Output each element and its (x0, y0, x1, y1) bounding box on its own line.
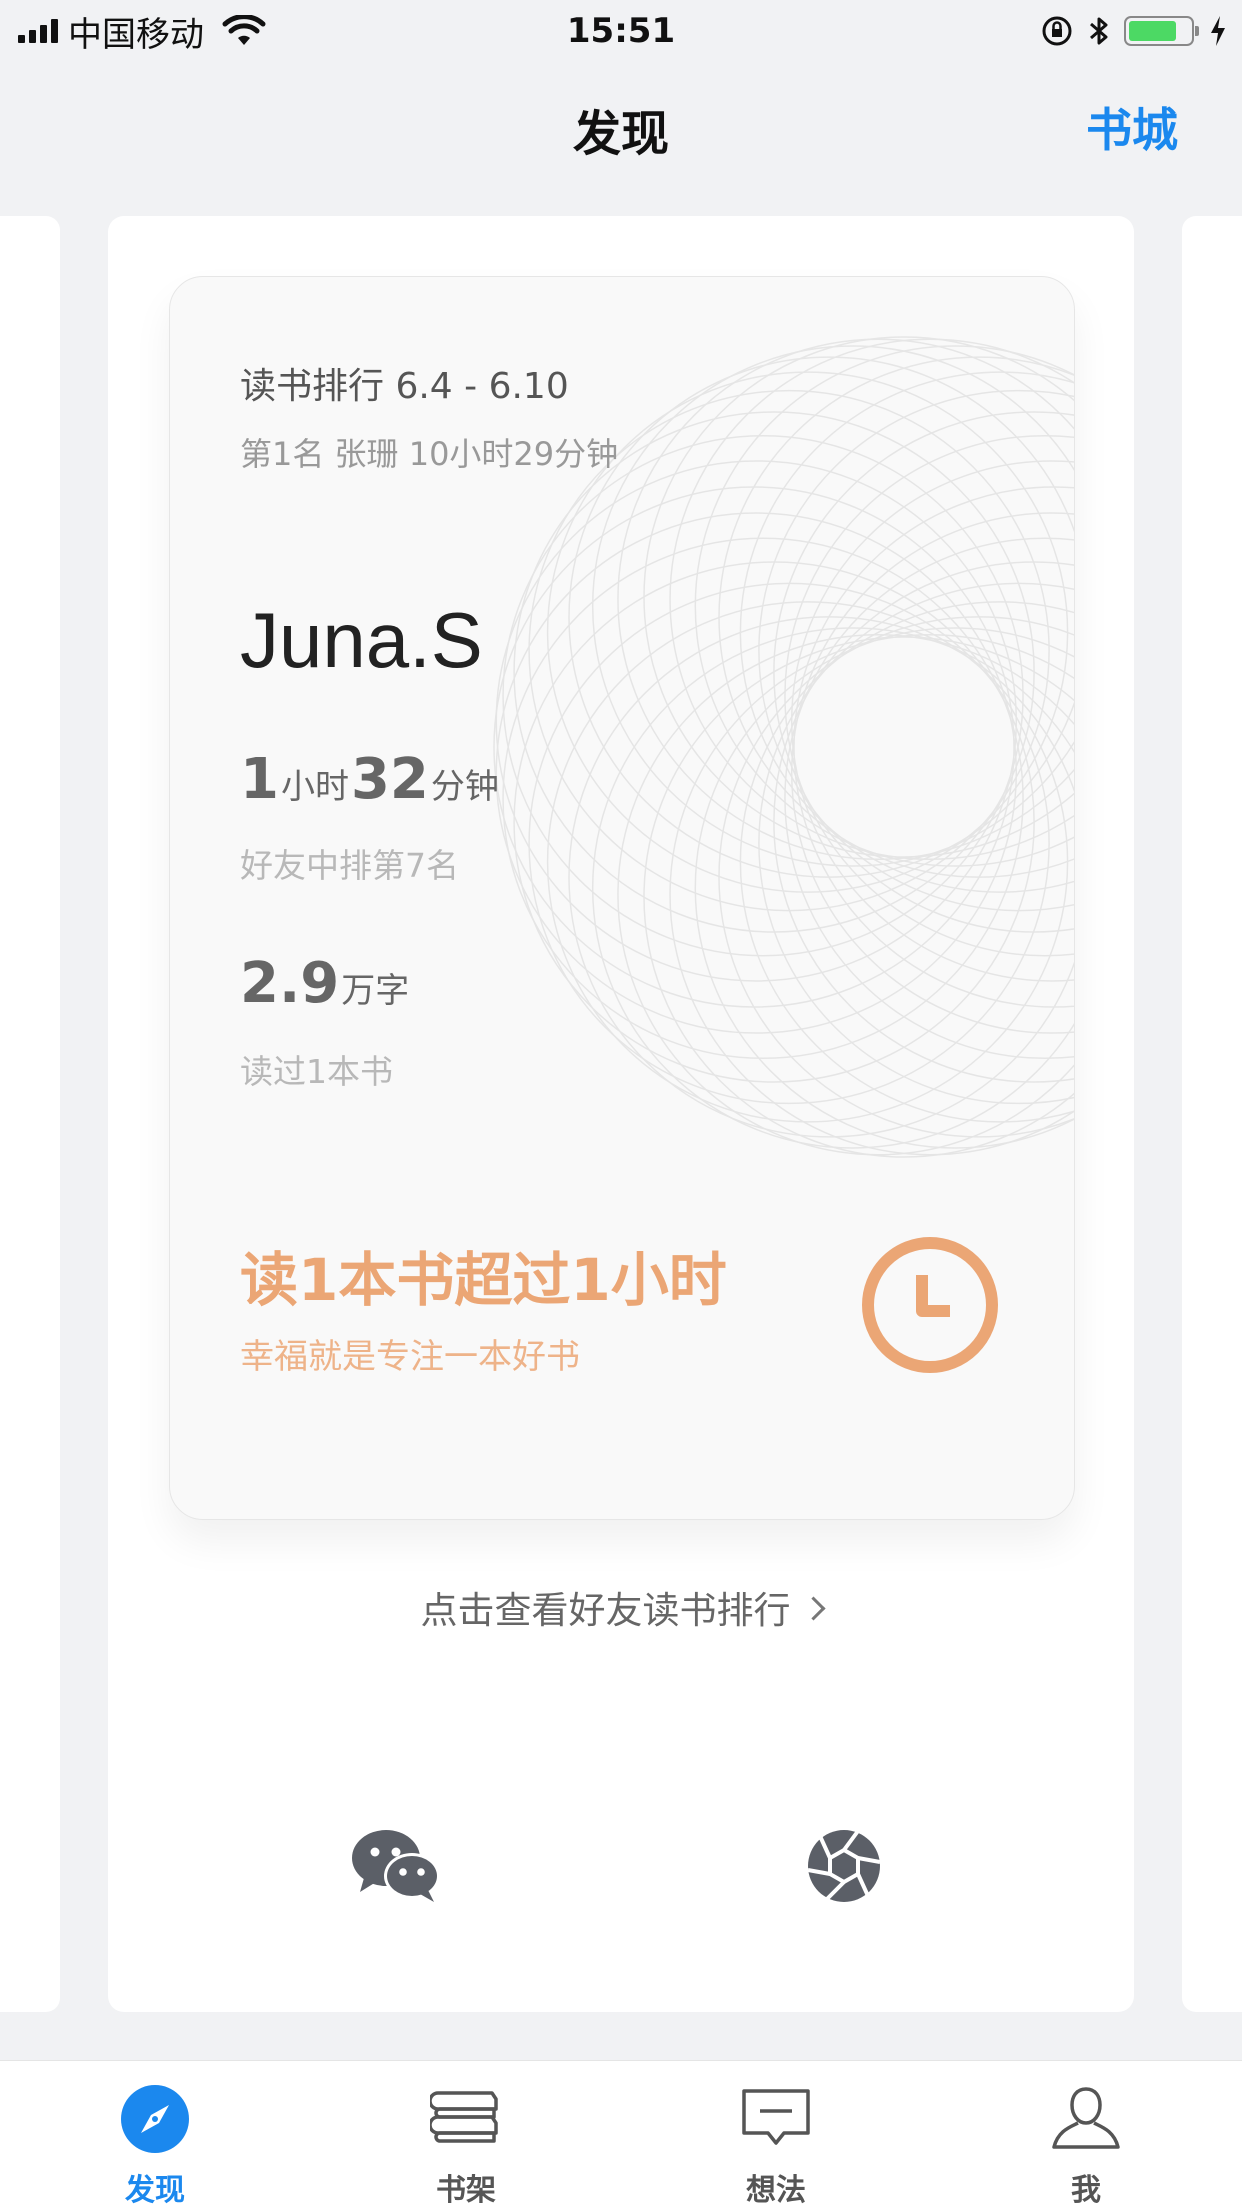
next-card-peek[interactable] (1182, 216, 1242, 2012)
words-unit: 万字 (341, 971, 410, 1011)
week-label: 读书排行 6.4 - 6.10 (240, 366, 569, 407)
tab-bookshelf[interactable]: 书架 (366, 2061, 566, 2209)
minutes-unit: 分钟 (430, 767, 499, 807)
discover-card: 读书排行 6.4 - 6.10 第1名 张珊 10小时29分钟 Juna.S 1… (108, 216, 1134, 2012)
words-value: 2.9 (240, 951, 340, 1016)
bookshelf-icon (430, 2091, 498, 2143)
orientation-lock-icon (1042, 16, 1072, 46)
status-right (1040, 8, 1228, 54)
tab-me[interactable]: 我 (986, 2061, 1186, 2209)
battery-fill (1129, 21, 1176, 41)
tab-thoughts[interactable]: 想法 (676, 2061, 876, 2209)
page-title: 发现 (572, 106, 669, 162)
first-place-text: 第1名 张珊 10小时29分钟 (240, 435, 619, 473)
hours-unit: 小时 (280, 767, 349, 807)
bluetooth-icon (1090, 17, 1108, 45)
reading-rank-card[interactable]: 读书排行 6.4 - 6.10 第1名 张珊 10小时29分钟 Juna.S 1… (169, 276, 1075, 1520)
person-icon (1052, 2087, 1120, 2149)
bookstore-link[interactable]: 书城 (1086, 94, 1178, 160)
charging-icon (1211, 16, 1225, 46)
nav-bar: 发现 书城 (0, 62, 1242, 192)
tab-label: 想法 (746, 2173, 806, 2208)
achievement-title: 读1本书超过1小时 (240, 1246, 727, 1314)
tab-discover[interactable]: 发现 (55, 2061, 255, 2209)
wechat-icon[interactable] (350, 1826, 442, 1906)
minutes-value: 32 (350, 747, 429, 812)
moments-icon[interactable] (806, 1828, 882, 1904)
tab-bar: 发现 书架 想法 我 (0, 2060, 1242, 2209)
achievement-subtitle: 幸福就是专注一本好书 (240, 1337, 580, 1377)
view-friends-ranking-link[interactable]: 点击查看好友读书排行 (108, 1580, 1134, 1634)
previous-card-peek[interactable] (0, 216, 60, 2012)
comment-icon (742, 2089, 810, 2145)
view-ranking-label: 点击查看好友读书排行 (420, 1589, 791, 1632)
tab-label: 发现 (125, 2173, 185, 2208)
reading-time: 1 小时 32 分钟 (240, 747, 501, 812)
tab-label: 我 (1071, 2173, 1101, 2208)
books-read: 读过1本书 (240, 1052, 393, 1091)
chevron-right-icon (800, 1596, 826, 1621)
user-name: Juna.S (240, 596, 483, 684)
clock-icon (862, 1237, 998, 1373)
hours-value: 1 (240, 747, 279, 812)
compass-icon (121, 2085, 189, 2153)
status-bar: 中国移动 15:51 (0, 0, 1242, 62)
tab-label: 书架 (436, 2173, 496, 2208)
words-read: 2.9 万字 (240, 951, 411, 1016)
friends-rank: 好友中排第7名 (240, 846, 459, 885)
battery-icon (1124, 16, 1199, 46)
